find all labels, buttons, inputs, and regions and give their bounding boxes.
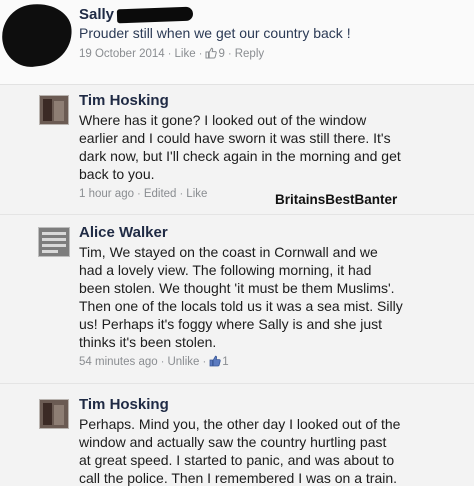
comment-line: Tim, We stayed on the coast in Cornwall …	[79, 244, 378, 260]
like-link[interactable]: Like	[186, 188, 207, 200]
post-meta: 19 October 2014 · Like · 9 · Reply	[79, 47, 265, 60]
redacted-surname	[116, 6, 194, 24]
thumbs-up-icon	[205, 47, 218, 59]
divider	[0, 214, 474, 215]
top-post: Sally Prouder still when we get our coun…	[0, 0, 474, 85]
comment-line: back to you.	[79, 166, 155, 182]
watermark: BritainsBestBanter	[275, 192, 398, 207]
like-link[interactable]: Like	[175, 48, 196, 60]
edited-label[interactable]: Edited	[144, 188, 177, 200]
comment-line: Where has it gone? I looked out of the w…	[79, 112, 367, 128]
profile-avatar[interactable]	[39, 95, 69, 125]
profile-avatar[interactable]	[39, 399, 69, 429]
comment-line: Perhaps. Mind you, the other day I looke…	[79, 416, 401, 432]
post-text: Prouder still when we get our country ba…	[79, 25, 351, 41]
divider	[0, 383, 474, 384]
unlike-link[interactable]: Unlike	[167, 356, 199, 368]
comment-time[interactable]: 54 minutes ago	[79, 356, 158, 368]
comment-line: at great speed. I started to panic, and …	[79, 452, 395, 468]
comment-author[interactable]: Alice Walker	[79, 224, 168, 242]
comment-line: dark now, but I'll check again in the mo…	[79, 148, 401, 164]
comment-line: us! Perhaps it's foggy where Sally is an…	[79, 316, 383, 332]
post-author[interactable]: Sally	[79, 6, 114, 24]
comment-line: thinks it's been stolen.	[79, 334, 217, 350]
comment-line: been stolen. We thought 'it must be them…	[79, 280, 395, 296]
comment-like-count[interactable]: 1	[222, 356, 228, 368]
comment-line: call the police. Then I remembered I was…	[79, 470, 398, 486]
comment-meta: 1 hour ago · Edited · Like	[79, 188, 208, 200]
profile-avatar[interactable]	[38, 227, 70, 257]
comment-line: window and actually saw the country hurt…	[79, 434, 387, 450]
thumbs-up-icon	[209, 355, 221, 367]
comment-line: Then one of the locals told us it was a …	[79, 298, 403, 314]
redacted-avatar	[0, 0, 76, 71]
facebook-comment-thread: Sally Prouder still when we get our coun…	[0, 0, 474, 486]
post-like-count[interactable]: 9	[218, 48, 224, 60]
comment-time[interactable]: 1 hour ago	[79, 188, 134, 200]
post-date[interactable]: 19 October 2014	[79, 48, 165, 60]
reply-link[interactable]: Reply	[235, 48, 264, 60]
comment-author[interactable]: Tim Hosking	[79, 396, 169, 414]
comment-meta: 54 minutes ago · Unlike · 1	[79, 355, 229, 368]
comment-line: had a lovely view. The following morning…	[79, 262, 372, 278]
comment-author[interactable]: Tim Hosking	[79, 92, 169, 110]
comment-line: earlier and I could have sworn it was st…	[79, 130, 391, 146]
